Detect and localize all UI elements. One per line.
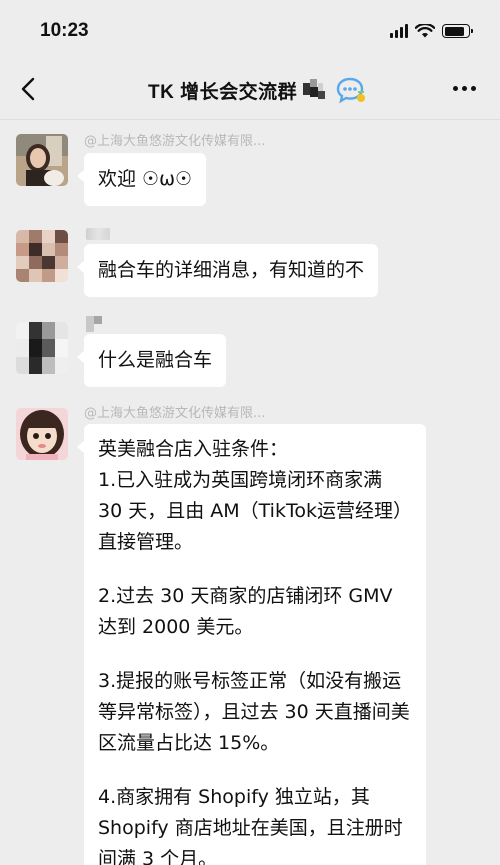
message-paragraph: 4.商家拥有 Shopify 独立站，其 Shopify 商店地址在美国，且注册… [98, 786, 403, 865]
chevron-left-icon[interactable] [18, 76, 40, 102]
message-paragraph: 英美融合店入驻条件： 1.已入驻成为英国跨境闭环商家满 30 天，且由 AM（T… [98, 438, 412, 553]
message-bubble[interactable]: 融合车的详细消息，有知道的不 [76, 244, 379, 297]
status-time: 10:23 [40, 20, 89, 41]
mosaic-avatar-icon [16, 230, 68, 282]
photo-avatar-child-icon [16, 408, 68, 460]
avatar[interactable] [16, 408, 68, 460]
avatar[interactable] [16, 322, 68, 374]
chat-title-area[interactable]: TK 增长会交流群 [148, 76, 367, 104]
status-icons [390, 24, 473, 38]
avatar[interactable] [16, 230, 68, 282]
mosaic-icon [303, 79, 326, 101]
chat-header: TK 增长会交流群 [0, 58, 500, 120]
message-bubble[interactable]: 欢迎 ☉ω☉ [76, 153, 207, 206]
message-bubble[interactable]: 英美融合店入驻条件： 1.已入驻成为英国跨境闭环商家满 30 天，且由 AM（T… [77, 424, 426, 865]
mosaic-avatar-icon [16, 322, 68, 374]
sender-name: @上海大鱼悠游文化传媒有限... [84, 134, 266, 149]
status-bar: 10:23 [0, 0, 500, 58]
sender-name-redacted [86, 228, 110, 240]
message-paragraph: 3.提报的账号标签正常（如没有搬运等异常标签），且过去 30 天直播间美区流量占… [98, 670, 410, 754]
signal-icon [390, 24, 408, 38]
sender-name: @上海大鱼悠游文化传媒有限... [84, 406, 266, 421]
more-dots-icon[interactable] [453, 86, 476, 91]
message-paragraph: 2.过去 30 天商家的店铺闭环 GMV 达到 2000 美元。 [98, 585, 393, 638]
avatar[interactable] [16, 134, 68, 186]
photo-avatar-girl-icon [16, 134, 68, 186]
message-bubble[interactable]: 什么是融合车 [76, 334, 227, 387]
chat-title: TK 增长会交流群 [148, 81, 298, 103]
wifi-icon [415, 24, 435, 38]
chat-bubble-icon[interactable] [335, 76, 367, 104]
battery-icon [442, 24, 473, 38]
sender-name-redacted [86, 316, 102, 332]
